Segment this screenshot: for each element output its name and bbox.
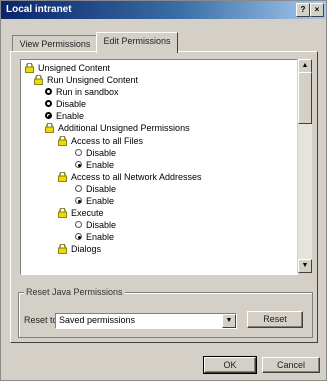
radio-label: Enable: [56, 111, 85, 121]
tree-item-label: Run Unsigned Content: [47, 75, 139, 85]
radio-button[interactable]: [45, 88, 52, 95]
cancel-button[interactable]: Cancel: [262, 357, 320, 373]
help-icon: ?: [300, 5, 306, 14]
radio-button[interactable]: [45, 100, 52, 107]
lock-icon: [58, 208, 67, 218]
window-title: Local intranet: [6, 4, 72, 15]
radio-label: Enable: [86, 232, 115, 242]
scroll-thumb[interactable]: [298, 72, 312, 124]
radio-label: Disable: [56, 99, 87, 109]
chevron-down-icon[interactable]: ▼: [222, 314, 236, 328]
radio-button[interactable]: [75, 149, 82, 156]
lock-icon: [58, 172, 67, 182]
radio-label: Disable: [86, 184, 117, 194]
arrow-up-icon: ▲: [301, 62, 309, 69]
tab-view-permissions[interactable]: View Permissions: [12, 35, 98, 52]
arrow-down-icon: ▼: [301, 262, 309, 269]
help-button[interactable]: ?: [296, 3, 310, 17]
close-button[interactable]: ×: [310, 3, 324, 17]
radio-label: Run in sandbox: [56, 87, 119, 97]
lock-icon: [58, 136, 67, 146]
tree-scrollbar[interactable]: ▲ ▼: [297, 59, 312, 273]
tree-item-label: Unsigned Content: [38, 63, 111, 73]
tree-item-label: Access to all Files: [71, 136, 144, 146]
tree-item-label: Additional Unsigned Permissions: [58, 123, 190, 133]
radio-label: Enable: [86, 196, 115, 206]
lock-icon: [25, 63, 34, 73]
lock-icon: [58, 244, 67, 254]
group-title: Reset Java Permissions: [24, 287, 125, 297]
lock-icon: [45, 123, 54, 133]
radio-label: Enable: [86, 160, 115, 170]
close-icon: ×: [314, 5, 320, 14]
radio-button-checked[interactable]: [75, 233, 82, 240]
reset-to-dropdown[interactable]: Saved permissions ▼: [55, 313, 237, 329]
radio-label: Disable: [86, 148, 117, 158]
radio-button-checked[interactable]: [75, 161, 82, 168]
radio-button[interactable]: [75, 221, 82, 228]
radio-button-checked[interactable]: [45, 112, 52, 119]
lock-icon: [34, 75, 43, 85]
ok-button[interactable]: OK: [203, 356, 257, 374]
tree-item-label: Dialogs: [71, 244, 102, 254]
reset-button[interactable]: Reset: [247, 311, 303, 328]
scroll-up-button[interactable]: ▲: [298, 59, 312, 73]
radio-button-checked[interactable]: [75, 197, 82, 204]
radio-label: Disable: [86, 220, 117, 230]
radio-button[interactable]: [75, 185, 82, 192]
tab-edit-permissions[interactable]: Edit Permissions: [96, 32, 178, 53]
permissions-tree[interactable]: Unsigned Content Run Unsigned Content Ru…: [20, 59, 298, 275]
title-bar[interactable]: Local intranet ? ×: [1, 1, 326, 19]
dropdown-value: Saved permissions: [59, 315, 136, 325]
tree-item-label: Access to all Network Addresses: [71, 172, 202, 182]
tree-item-label: Execute: [71, 208, 104, 218]
scroll-down-button[interactable]: ▼: [298, 259, 312, 273]
